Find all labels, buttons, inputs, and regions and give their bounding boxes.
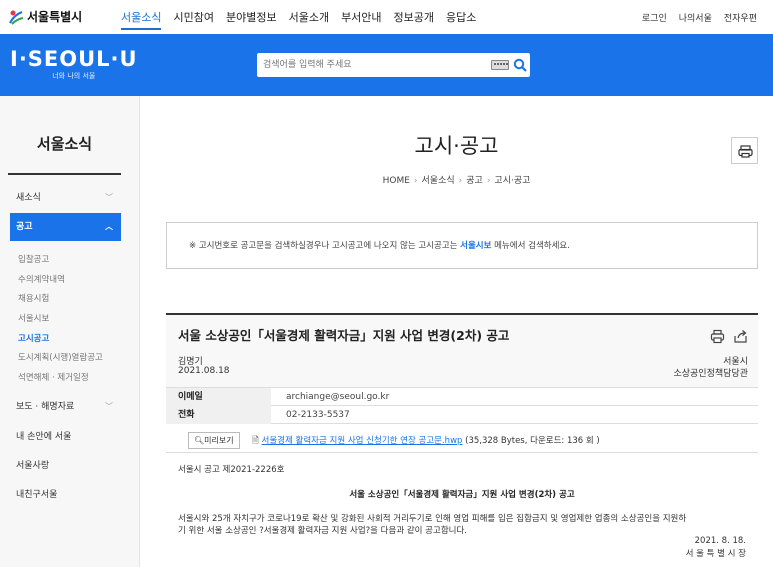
sub-item-notices[interactable]: 고시공고 xyxy=(18,332,49,344)
seoul-logo[interactable]: 서울특별시 xyxy=(8,8,82,25)
email-value: archiange@seoul.go.kr xyxy=(286,392,390,402)
sidebar-item-news[interactable]: 새소식 ﹀ xyxy=(10,188,121,208)
post-date: 2021.08.18 xyxy=(178,366,230,376)
phone-value: 02-2133-5537 xyxy=(286,410,350,420)
post-detail: 서울 소상공인「서울경제 활력자금」지원 사업 변경(2차) 공고 김명기 20… xyxy=(166,313,758,567)
top-nav: 서울특별시 서울소식 시민참여 분야별정보 서울소개 부서안내 정보공개 응답소… xyxy=(0,0,773,34)
breadcrumb-home[interactable]: HOME xyxy=(383,176,410,186)
sub-item-bidding[interactable]: 입찰공고 xyxy=(18,253,49,265)
post-department: 소상공인정책담당관 xyxy=(673,369,748,379)
header-banner: I·SEOUL·U 너와 나의 서울 xyxy=(0,34,773,96)
post-header: 서울 소상공인「서울경제 활력자금」지원 사업 변경(2차) 공고 김명기 20… xyxy=(166,315,758,388)
phone-row: 전화 02-2133-5537 xyxy=(166,406,758,424)
nav-citizen-participation[interactable]: 시민참여 xyxy=(173,9,213,30)
notice-text: ※ 고시번호로 공고문을 검색하실경우나 고시공고에 나오지 않는 고시공고는 xyxy=(189,241,461,251)
sidebar-item-label: 내 손안에 서울 xyxy=(16,432,72,442)
attachment: 🗎 서울경제 활력자금 지원 사업 신청기한 연장 공고문.hwp (35,32… xyxy=(252,434,600,449)
signature-date: 2021. 8. 18. xyxy=(694,536,746,546)
sidebar: 서울소식 새소식 ﹀ 공고 ︿ 입찰공고 수의계약내역 채용시험 서울시보 고시… xyxy=(0,96,140,567)
nav-eungdapso[interactable]: 응답소 xyxy=(446,9,476,30)
gazette-link[interactable]: 서울시보 xyxy=(460,241,491,251)
util-nav: 로그인 나의서울 전자우편 xyxy=(642,11,757,24)
keyboard-icon[interactable] xyxy=(491,60,509,70)
search-input[interactable] xyxy=(263,53,483,77)
magnifier-icon: 🔍︎ xyxy=(194,436,205,445)
post-actions xyxy=(710,329,748,344)
sub-item-urban-planning[interactable]: 도시계획(시행)열람공고 xyxy=(18,351,103,363)
sidebar-item-label: 서울사랑 xyxy=(16,461,50,471)
preview-button[interactable]: 🔍︎미리보기 xyxy=(188,432,240,449)
chevron-down-icon: ﹀ xyxy=(105,193,113,202)
notice-box: ※ 고시번호로 공고문을 검색하실경우나 고시공고에 나오지 않는 고시공고는 … xyxy=(166,222,758,269)
breadcrumb-current[interactable]: 고시·공고 xyxy=(494,176,530,186)
email-link[interactable]: 전자우편 xyxy=(724,11,757,24)
printer-icon[interactable] xyxy=(710,329,725,344)
notice-number: 서울시 공고 제2021-2226호 xyxy=(178,465,285,475)
sidebar-item-my-friend-seoul[interactable]: 내친구서울 xyxy=(10,485,121,505)
body-line: 기 위한 서울 소상공인 ?서울경제 활력자금 지원 사업?을 다음과 같이 공… xyxy=(178,526,467,536)
main-nav: 서울소식 시민참여 분야별정보 서울소개 부서안내 정보공개 응답소 xyxy=(121,9,476,30)
page-title: 고시·공고 xyxy=(414,134,499,158)
sidebar-item-press[interactable]: 보도 · 해명자료 ﹀ xyxy=(10,397,121,417)
brand-slogan: 너와 나의 서울 xyxy=(52,72,96,80)
seoul-logo-icon xyxy=(9,10,24,25)
search-icon[interactable] xyxy=(513,58,527,72)
attachment-row: 🔍︎미리보기 🗎 서울경제 활력자금 지원 사업 신청기한 연장 공고문.hwp… xyxy=(166,428,758,453)
brand-logo: I·SEOUL·U xyxy=(10,47,138,71)
nav-department-guide[interactable]: 부서안내 xyxy=(341,9,381,30)
printer-icon xyxy=(738,145,753,158)
sub-item-recruitment[interactable]: 채용시험 xyxy=(18,292,49,304)
sub-item-contracts[interactable]: 수의계약내역 xyxy=(18,273,65,285)
brand[interactable]: I·SEOUL·U 너와 나의 서울 xyxy=(10,47,138,81)
sidebar-item-announcements[interactable]: 공고 ︿ xyxy=(10,213,121,241)
sub-item-gazette[interactable]: 서울시보 xyxy=(18,312,49,324)
sidebar-title: 서울소식 xyxy=(8,133,121,175)
chevron-up-icon: ︿ xyxy=(105,222,113,231)
sidebar-item-label: 새소식 xyxy=(16,193,41,203)
notice-text-suffix: 메뉴에서 검색하세요. xyxy=(491,241,570,251)
print-button[interactable] xyxy=(731,137,758,164)
nav-field-info[interactable]: 분야별정보 xyxy=(226,9,277,30)
breadcrumb-seoul-news[interactable]: 서울소식 xyxy=(422,176,455,186)
preview-label: 미리보기 xyxy=(204,436,234,445)
signature-name: 서 울 특 별 시 장 xyxy=(685,549,746,559)
attachment-meta: (35,328 Bytes, 다운로드: 136 회 ) xyxy=(462,436,600,446)
email-label: 이메일 xyxy=(166,388,271,406)
email-row: 이메일 archiange@seoul.go.kr xyxy=(166,388,758,406)
sidebar-item-seoul-love[interactable]: 서울사랑 xyxy=(10,456,121,476)
sidebar-item-seoul-in-hand[interactable]: 내 손안에 서울 xyxy=(10,427,121,447)
breadcrumb: HOME › 서울소식 › 공고 › 고시·공고 xyxy=(382,176,531,186)
breadcrumb-announcements[interactable]: 공고 xyxy=(466,176,483,186)
post-title: 서울 소상공인「서울경제 활력자금」지원 사업 변경(2차) 공고 xyxy=(178,328,510,343)
sidebar-item-label: 내친구서울 xyxy=(16,490,58,500)
nav-seoul-intro[interactable]: 서울소개 xyxy=(289,9,329,30)
body-title: 서울 소상공인「서울경제 활력자금」지원 사업 변경(2차) 공고 xyxy=(349,490,575,500)
share-icon[interactable] xyxy=(733,329,748,344)
logo-text: 서울특별시 xyxy=(27,10,83,24)
nav-seoul-news[interactable]: 서울소식 xyxy=(121,9,162,30)
my-seoul-link[interactable]: 나의서울 xyxy=(679,11,712,24)
sidebar-item-label: 공고 xyxy=(16,222,33,232)
file-icon: 🗎 xyxy=(252,436,259,446)
phone-label: 전화 xyxy=(166,406,271,424)
search-box xyxy=(257,53,530,77)
attachment-link[interactable]: 서울경제 활력자금 지원 사업 신청기한 연장 공고문.hwp xyxy=(262,436,463,446)
sub-item-asbestos[interactable]: 석면해체 · 제거일정 xyxy=(18,371,89,383)
sidebar-item-label: 보도 · 해명자료 xyxy=(16,402,75,412)
login-link[interactable]: 로그인 xyxy=(642,11,667,24)
chevron-down-icon: ﹀ xyxy=(105,402,113,411)
body-line: 서울시와 25개 자치구가 코로나19로 확산 및 강화된 사회적 거리두기로 … xyxy=(178,514,687,524)
nav-info-disclosure[interactable]: 정보공개 xyxy=(394,9,434,30)
